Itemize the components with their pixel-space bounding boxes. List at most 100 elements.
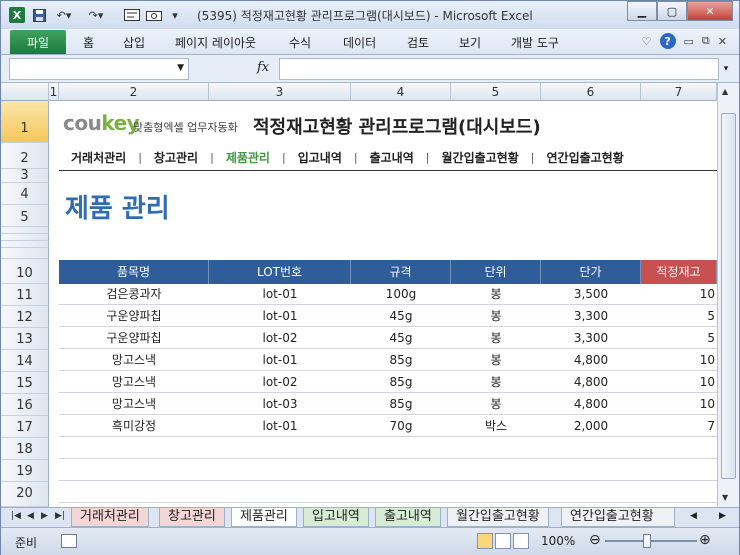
cell-spec[interactable]: 45g [351, 306, 451, 327]
cell-optimal-stock[interactable]: 5 [641, 306, 717, 327]
row-header[interactable]: 20 [1, 482, 49, 507]
row-header[interactable]: 11 [1, 284, 49, 306]
header-item-name[interactable]: 품목명 [59, 260, 209, 284]
horizontal-scrollbar[interactable]: ◀ ▶ [679, 511, 737, 525]
cell-unit-price[interactable]: 3,300 [541, 306, 641, 327]
expand-formula-bar-icon[interactable]: ▾ [719, 58, 733, 80]
row-header[interactable]: 14 [1, 350, 49, 372]
cell-unit[interactable]: 봉 [451, 306, 541, 327]
row-header[interactable]: 16 [1, 394, 49, 416]
help-icon[interactable]: ? [659, 33, 676, 49]
cell-optimal-stock[interactable]: 10 [641, 372, 717, 393]
row-header[interactable]: 5 [1, 205, 49, 227]
menu-item-yearly[interactable]: 연간입출고현황 [534, 149, 635, 166]
cell-item-name[interactable]: 망고스낵 [59, 394, 209, 415]
sheet-tab-outbound[interactable]: 출고내역 [375, 508, 441, 527]
cell-item-name[interactable]: 망고스낵 [59, 350, 209, 371]
workbook-minimize-icon[interactable]: ▭ [684, 35, 694, 48]
menu-item-outbound[interactable]: 출고내역 [358, 149, 426, 166]
row-header[interactable] [1, 248, 49, 259]
sheet-tab-yearly[interactable]: 연간입출고현황 [561, 508, 675, 527]
cell-lot-number[interactable]: lot-02 [209, 372, 351, 393]
cell-spec[interactable]: 70g [351, 416, 451, 437]
sheet-tab-warehouse[interactable]: 창고관리 [159, 508, 225, 527]
last-sheet-icon[interactable]: ▶| [55, 511, 65, 521]
tab-insert[interactable]: 삽입 [123, 34, 145, 51]
maximize-button[interactable]: ▢ [657, 1, 687, 21]
save-icon[interactable] [31, 7, 47, 23]
cell-unit-price[interactable]: 4,800 [541, 394, 641, 415]
row-header[interactable]: 15 [1, 372, 49, 394]
first-sheet-icon[interactable]: |◀ [11, 511, 21, 521]
sheet-tab-monthly[interactable]: 월간입출고현황 [447, 508, 549, 527]
row-header[interactable] [1, 227, 49, 234]
tab-developer[interactable]: 개발 도구 [511, 34, 559, 51]
tab-file[interactable]: 파일 [10, 30, 66, 54]
column-header[interactable]: 6 [541, 83, 641, 101]
cell-spec[interactable]: 45g [351, 328, 451, 349]
tab-view[interactable]: 보기 [459, 34, 481, 51]
cell-lot-number[interactable]: lot-02 [209, 328, 351, 349]
worksheet-grid[interactable]: 1 2 3 4 5 6 7 1 2 3 4 5 10 11 12 13 14 1… [1, 83, 739, 507]
zoom-in-icon[interactable]: ⊕ [699, 532, 711, 548]
page-break-view-icon[interactable] [513, 533, 529, 549]
minimize-button[interactable]: ▁ [627, 1, 657, 21]
cell-optimal-stock[interactable]: 10 [641, 284, 717, 305]
cell-item-name[interactable]: 구운양파칩 [59, 328, 209, 349]
column-header[interactable]: 4 [351, 83, 451, 101]
customize-toolbar-icon[interactable]: ▾ [169, 7, 181, 23]
cell-spec[interactable]: 85g [351, 350, 451, 371]
cell-unit[interactable]: 봉 [451, 372, 541, 393]
ribbon-collapse-icon[interactable]: ♡ [642, 35, 652, 48]
row-header[interactable]: 13 [1, 328, 49, 350]
cell-item-name[interactable]: 망고스낵 [59, 372, 209, 393]
undo-icon[interactable]: ↶▾ [53, 7, 75, 23]
cell-unit-price[interactable]: 4,800 [541, 372, 641, 393]
menu-item-monthly[interactable]: 월간입출고현황 [429, 149, 530, 166]
cell-lot-number[interactable]: lot-01 [209, 416, 351, 437]
cell-lot-number[interactable]: lot-01 [209, 284, 351, 305]
table-row-empty[interactable] [59, 482, 717, 503]
column-header[interactable]: 1 [49, 83, 59, 101]
zoom-slider[interactable] [605, 540, 697, 542]
header-unit[interactable]: 단위 [451, 260, 541, 284]
row-header[interactable]: 12 [1, 306, 49, 328]
workbook-restore-icon[interactable]: ⧉ [702, 34, 710, 48]
redo-icon[interactable]: ↷▾ [85, 7, 107, 23]
zoom-slider-thumb[interactable] [643, 534, 651, 548]
row-header[interactable]: 1 [1, 101, 49, 143]
zoom-out-icon[interactable]: ⊖ [589, 532, 601, 548]
macro-record-icon[interactable] [61, 534, 77, 548]
row-header[interactable]: 17 [1, 416, 49, 438]
close-button[interactable]: ✕ [687, 1, 733, 21]
tab-formulas[interactable]: 수식 [289, 34, 311, 51]
menu-item-clients[interactable]: 거래처관리 [59, 149, 138, 166]
table-row-empty[interactable] [59, 438, 717, 459]
header-unit-price[interactable]: 단가 [541, 260, 641, 284]
row-header[interactable]: 18 [1, 438, 49, 460]
formula-input[interactable] [279, 58, 719, 80]
scroll-down-icon[interactable]: ▼ [722, 493, 728, 502]
sheet-tab-products[interactable]: 제품관리 [231, 508, 297, 527]
cell-unit[interactable]: 박스 [451, 416, 541, 437]
chevron-down-icon[interactable]: ▼ [177, 63, 184, 73]
column-header[interactable]: 5 [451, 83, 541, 101]
cell-spec[interactable]: 85g [351, 394, 451, 415]
cell-item-name[interactable]: 흑미강정 [59, 416, 209, 437]
cell-unit[interactable]: 봉 [451, 394, 541, 415]
cell-unit-price[interactable]: 2,000 [541, 416, 641, 437]
page-layout-view-icon[interactable] [495, 533, 511, 549]
row-header[interactable] [1, 241, 49, 248]
cell-optimal-stock[interactable]: 5 [641, 328, 717, 349]
menu-item-inbound[interactable]: 입고내역 [286, 149, 354, 166]
name-box[interactable]: ▼ [9, 58, 189, 80]
scroll-left-icon[interactable]: ◀ [690, 511, 697, 525]
cell-item-name[interactable]: 구운양파칩 [59, 306, 209, 327]
tab-page-layout[interactable]: 페이지 레이아웃 [175, 34, 256, 51]
cell-unit-price[interactable]: 3,300 [541, 328, 641, 349]
scroll-right-icon[interactable]: ▶ [719, 511, 726, 525]
cell-unit[interactable]: 봉 [451, 284, 541, 305]
row-header[interactable] [1, 234, 49, 241]
table-row-empty[interactable] [59, 460, 717, 481]
cell-unit-price[interactable]: 4,800 [541, 350, 641, 371]
